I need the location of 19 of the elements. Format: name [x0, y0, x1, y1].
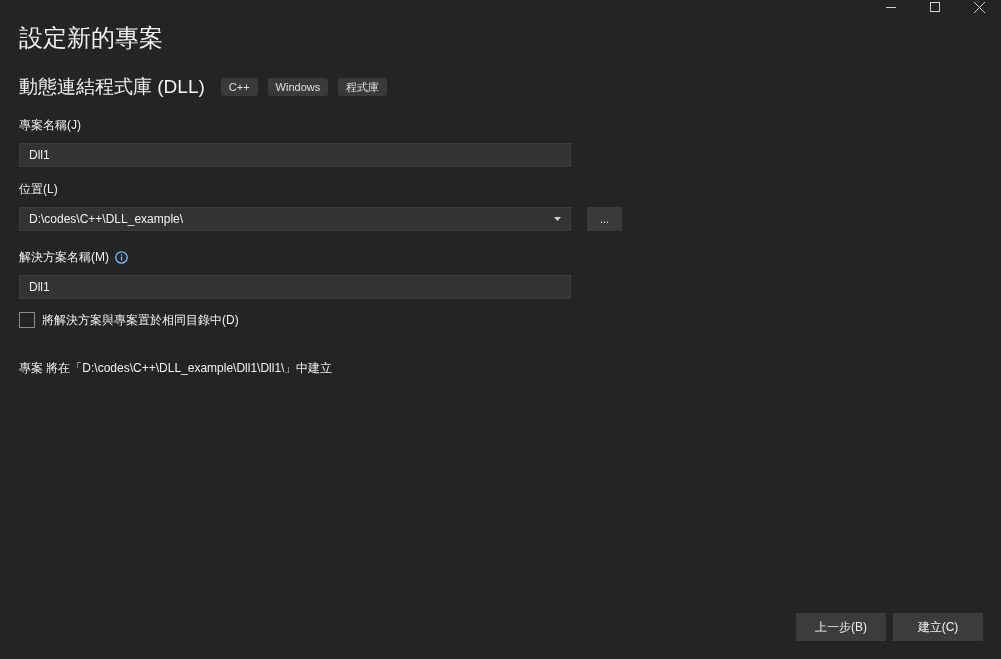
- field-label: 解決方案名稱(M): [19, 249, 109, 266]
- location-summary: 專案 將在「D:\codes\C++\DLL_example\Dll1\Dll1\」中建立: [19, 360, 333, 377]
- dialog-title: 設定新的專案: [19, 23, 163, 53]
- solution-name-field[interactable]: Dll1: [19, 275, 571, 299]
- checkbox-label[interactable]: 將解決方案與專案置於相同目錄中(D): [42, 311, 239, 329]
- tag: C++: [220, 78, 258, 96]
- location-dropdown[interactable]: D:\codes\C++\DLL_example\: [19, 207, 571, 231]
- caret-icon: [554, 217, 561, 221]
- template-name: 動態連結程式庫 (DLL): [19, 75, 205, 99]
- checkbox[interactable]: [19, 312, 35, 328]
- tag: Windows: [267, 78, 329, 96]
- project-name-field[interactable]: Dll1: [19, 143, 571, 167]
- info-icon[interactable]: [115, 250, 128, 264]
- field-label: 位置(L): [19, 181, 58, 198]
- dialog-button[interactable]: 建立(C): [893, 613, 983, 641]
- field-label: 專案名稱(J): [19, 117, 81, 134]
- dialog-button[interactable]: 上一步(B): [796, 613, 886, 641]
- browse-button[interactable]: ...: [587, 207, 622, 231]
- tag: 程式庫: [338, 78, 388, 96]
